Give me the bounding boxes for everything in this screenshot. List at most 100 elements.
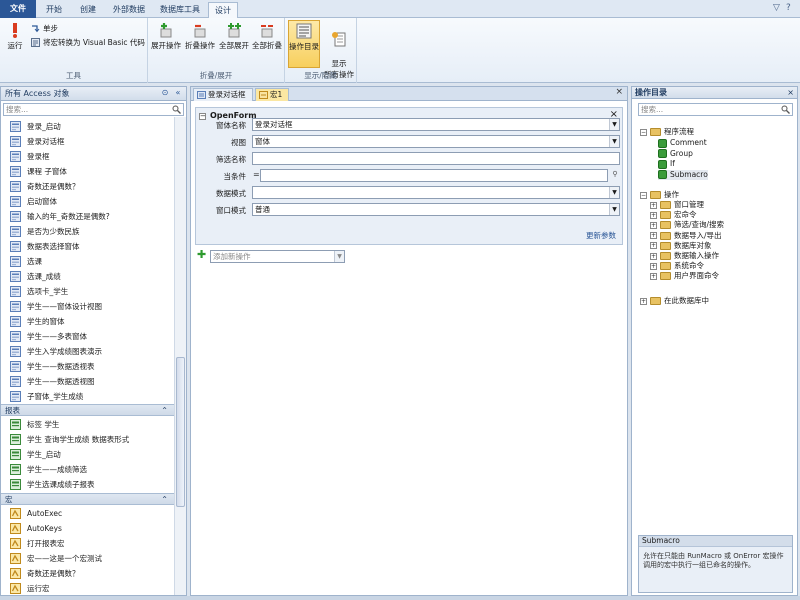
expand-tree-icon[interactable]: + bbox=[650, 272, 657, 280]
expand-tree-icon[interactable]: + bbox=[650, 252, 657, 260]
expand-all-button[interactable]: 全部展开 bbox=[218, 22, 250, 51]
nav-search-input[interactable]: 搜索... bbox=[3, 103, 184, 116]
tab-external-data[interactable]: 外部数据 bbox=[106, 2, 152, 18]
arg-field[interactable]: 登录对话框 ▼ bbox=[252, 118, 620, 131]
nav-macro-item[interactable]: AutoKeys bbox=[1, 521, 174, 536]
section-reports[interactable]: 报表 ⌃ bbox=[1, 404, 186, 416]
section-macros[interactable]: 宏 ⌃ bbox=[1, 493, 186, 505]
close-document-icon[interactable]: × bbox=[615, 87, 623, 97]
nav-form-item[interactable]: 登录对话框 bbox=[1, 134, 174, 149]
tree-in-this-database[interactable]: + 在此数据库中 bbox=[640, 296, 709, 306]
nav-form-item[interactable]: 子窗体_学生成绩 bbox=[1, 389, 174, 404]
expand-tree-icon[interactable]: + bbox=[650, 221, 657, 229]
tree-action-folder[interactable]: + 系统命令 bbox=[650, 261, 704, 271]
nav-form-item[interactable]: 选项卡_学生 bbox=[1, 284, 174, 299]
tab-create[interactable]: 创建 bbox=[72, 2, 104, 18]
collapse-all-button[interactable]: 全部折叠 bbox=[251, 22, 283, 51]
arg-field[interactable] bbox=[260, 169, 608, 182]
nav-form-item[interactable]: 登录框 bbox=[1, 149, 174, 164]
tree-action-folder[interactable]: + 数据库对象 bbox=[650, 241, 712, 251]
tree-action-folder[interactable]: + 窗口管理 bbox=[650, 200, 704, 210]
shutter-bar-close-icon[interactable]: « bbox=[173, 88, 183, 98]
tab-design[interactable]: 设计 bbox=[208, 2, 238, 19]
dropdown-arrow-icon[interactable]: ▼ bbox=[609, 187, 619, 198]
update-parameters-link[interactable]: 更新参数 bbox=[586, 230, 616, 241]
nav-pane-header[interactable]: 所有 Access 对象 ⊙ « bbox=[1, 87, 186, 101]
nav-form-item[interactable]: 选课_成绩 bbox=[1, 269, 174, 284]
collapse-up-icon[interactable]: ⌃ bbox=[161, 405, 168, 416]
collapse-up-icon[interactable]: ⌃ bbox=[161, 494, 168, 505]
tree-flow-item[interactable]: If bbox=[658, 159, 675, 169]
expand-tree-icon[interactable]: + bbox=[650, 201, 657, 209]
nav-form-item[interactable]: 输入的年_奇数还是偶数? bbox=[1, 209, 174, 224]
tab-file[interactable]: 文件 bbox=[0, 0, 36, 18]
tree-action-folder[interactable]: + 数据输入操作 bbox=[650, 251, 719, 261]
arg-field[interactable]: ▼ bbox=[252, 186, 620, 199]
dropdown-arrow-icon[interactable]: ▼ bbox=[609, 119, 619, 130]
expand-tree-icon[interactable]: + bbox=[640, 297, 647, 305]
tree-action-folder[interactable]: + 筛选/查询/搜索 bbox=[650, 220, 724, 230]
nav-scrollbar[interactable] bbox=[174, 117, 186, 595]
expression-builder-icon[interactable]: ⚲ bbox=[610, 170, 620, 180]
tree-flow-item[interactable]: Group bbox=[658, 149, 693, 159]
search-icon[interactable] bbox=[781, 105, 790, 114]
nav-form-item[interactable]: 学生入学成绩图表演示 bbox=[1, 344, 174, 359]
action-catalog-button[interactable]: 操作目录 bbox=[288, 20, 320, 68]
nav-form-item[interactable]: 课程 子窗体 bbox=[1, 164, 174, 179]
nav-form-item[interactable]: 学生——窗体设计视图 bbox=[1, 299, 174, 314]
nav-report-item[interactable]: 学生 查询学生成绩 数据表形式 bbox=[1, 432, 174, 447]
tree-flow-item[interactable]: Comment bbox=[658, 138, 707, 148]
arg-field[interactable] bbox=[252, 152, 620, 165]
openform-action-block[interactable]: − OpenForm × 窗体名称 登录对话框 ▼ 视图 窗体 ▼ 筛选名称 当条件 = ⚲ 数据模… bbox=[195, 107, 623, 245]
minimize-ribbon-icon[interactable]: ▽ bbox=[773, 3, 780, 13]
nav-report-item[interactable]: 学生选课成绩子报表 bbox=[1, 477, 174, 492]
doc-tab-macro1[interactable]: 宏1 bbox=[255, 88, 289, 101]
nav-scrollbar-thumb[interactable] bbox=[176, 357, 185, 507]
collapse-block-icon[interactable]: − bbox=[199, 113, 206, 120]
nav-form-item[interactable]: 学生——多表窗体 bbox=[1, 329, 174, 344]
nav-report-item[interactable]: 标签 学生 bbox=[1, 417, 174, 432]
expand-tree-icon[interactable]: + bbox=[650, 232, 657, 240]
expand-tree-icon[interactable]: + bbox=[650, 211, 657, 219]
nav-macro-item[interactable]: 打开报表宏 bbox=[1, 536, 174, 551]
tab-database-tools[interactable]: 数据库工具 bbox=[154, 2, 206, 18]
collapse-tree-icon[interactable]: − bbox=[640, 128, 647, 136]
tree-actions[interactable]: − 操作 bbox=[640, 190, 679, 200]
nav-form-item[interactable]: 学生——数据透视表 bbox=[1, 359, 174, 374]
catalog-search-input[interactable]: 搜索... bbox=[638, 103, 793, 116]
nav-report-item[interactable]: 学生_启动 bbox=[1, 447, 174, 462]
dropdown-arrow-icon[interactable]: ▼ bbox=[609, 204, 619, 215]
collapse-tree-icon[interactable]: − bbox=[640, 191, 647, 199]
add-new-action[interactable]: ✚ 添加新操作 ▼ bbox=[197, 249, 345, 263]
tree-action-folder[interactable]: + 宏命令 bbox=[650, 210, 697, 220]
nav-form-item[interactable]: 启动窗体 bbox=[1, 194, 174, 209]
nav-macro-item[interactable]: 奇数还是偶数？ bbox=[1, 566, 174, 581]
arg-field[interactable]: 窗体 ▼ bbox=[252, 135, 620, 148]
nav-form-item[interactable]: 学生的窗体 bbox=[1, 314, 174, 329]
step-button[interactable]: 单步 bbox=[31, 23, 58, 34]
dropdown-arrow-icon[interactable]: ▼ bbox=[334, 251, 344, 262]
nav-macro-item[interactable]: 运行宏 bbox=[1, 581, 174, 596]
collapse-action-button[interactable]: 折叠操作 bbox=[184, 22, 216, 51]
nav-form-item[interactable]: 是否为少数民族 bbox=[1, 224, 174, 239]
tree-flow-item[interactable]: Submacro bbox=[658, 169, 708, 180]
nav-form-item[interactable]: 奇数还是偶数？ bbox=[1, 179, 174, 194]
close-catalog-icon[interactable]: × bbox=[787, 87, 794, 98]
nav-form-item[interactable]: 登录_启动 bbox=[1, 119, 174, 134]
run-button[interactable]: 运行 bbox=[3, 22, 27, 51]
tab-home[interactable]: 开始 bbox=[38, 2, 70, 18]
arg-field[interactable]: 普通 ▼ bbox=[252, 203, 620, 216]
help-icon[interactable]: ? bbox=[786, 3, 791, 13]
doc-tab-login-form[interactable]: 登录对话框 bbox=[193, 88, 253, 101]
tree-program-flow[interactable]: − 程序流程 bbox=[640, 127, 694, 137]
convert-to-vba-button[interactable]: 将宏转换为 Visual Basic 代码 bbox=[31, 37, 145, 48]
search-icon[interactable] bbox=[172, 105, 181, 114]
nav-form-item[interactable]: 选课 bbox=[1, 254, 174, 269]
dropdown-arrow-icon[interactable]: ▼ bbox=[609, 136, 619, 147]
nav-menu-chevron-icon[interactable]: ⊙ bbox=[160, 88, 170, 98]
add-action-combo[interactable]: 添加新操作 ▼ bbox=[210, 250, 345, 263]
nav-macro-item[interactable]: AutoExec bbox=[1, 506, 174, 521]
nav-report-item[interactable]: 学生——成绩筛选 bbox=[1, 462, 174, 477]
expand-action-button[interactable]: 展开操作 bbox=[150, 22, 182, 51]
tree-action-folder[interactable]: + 数据导入/导出 bbox=[650, 231, 722, 241]
